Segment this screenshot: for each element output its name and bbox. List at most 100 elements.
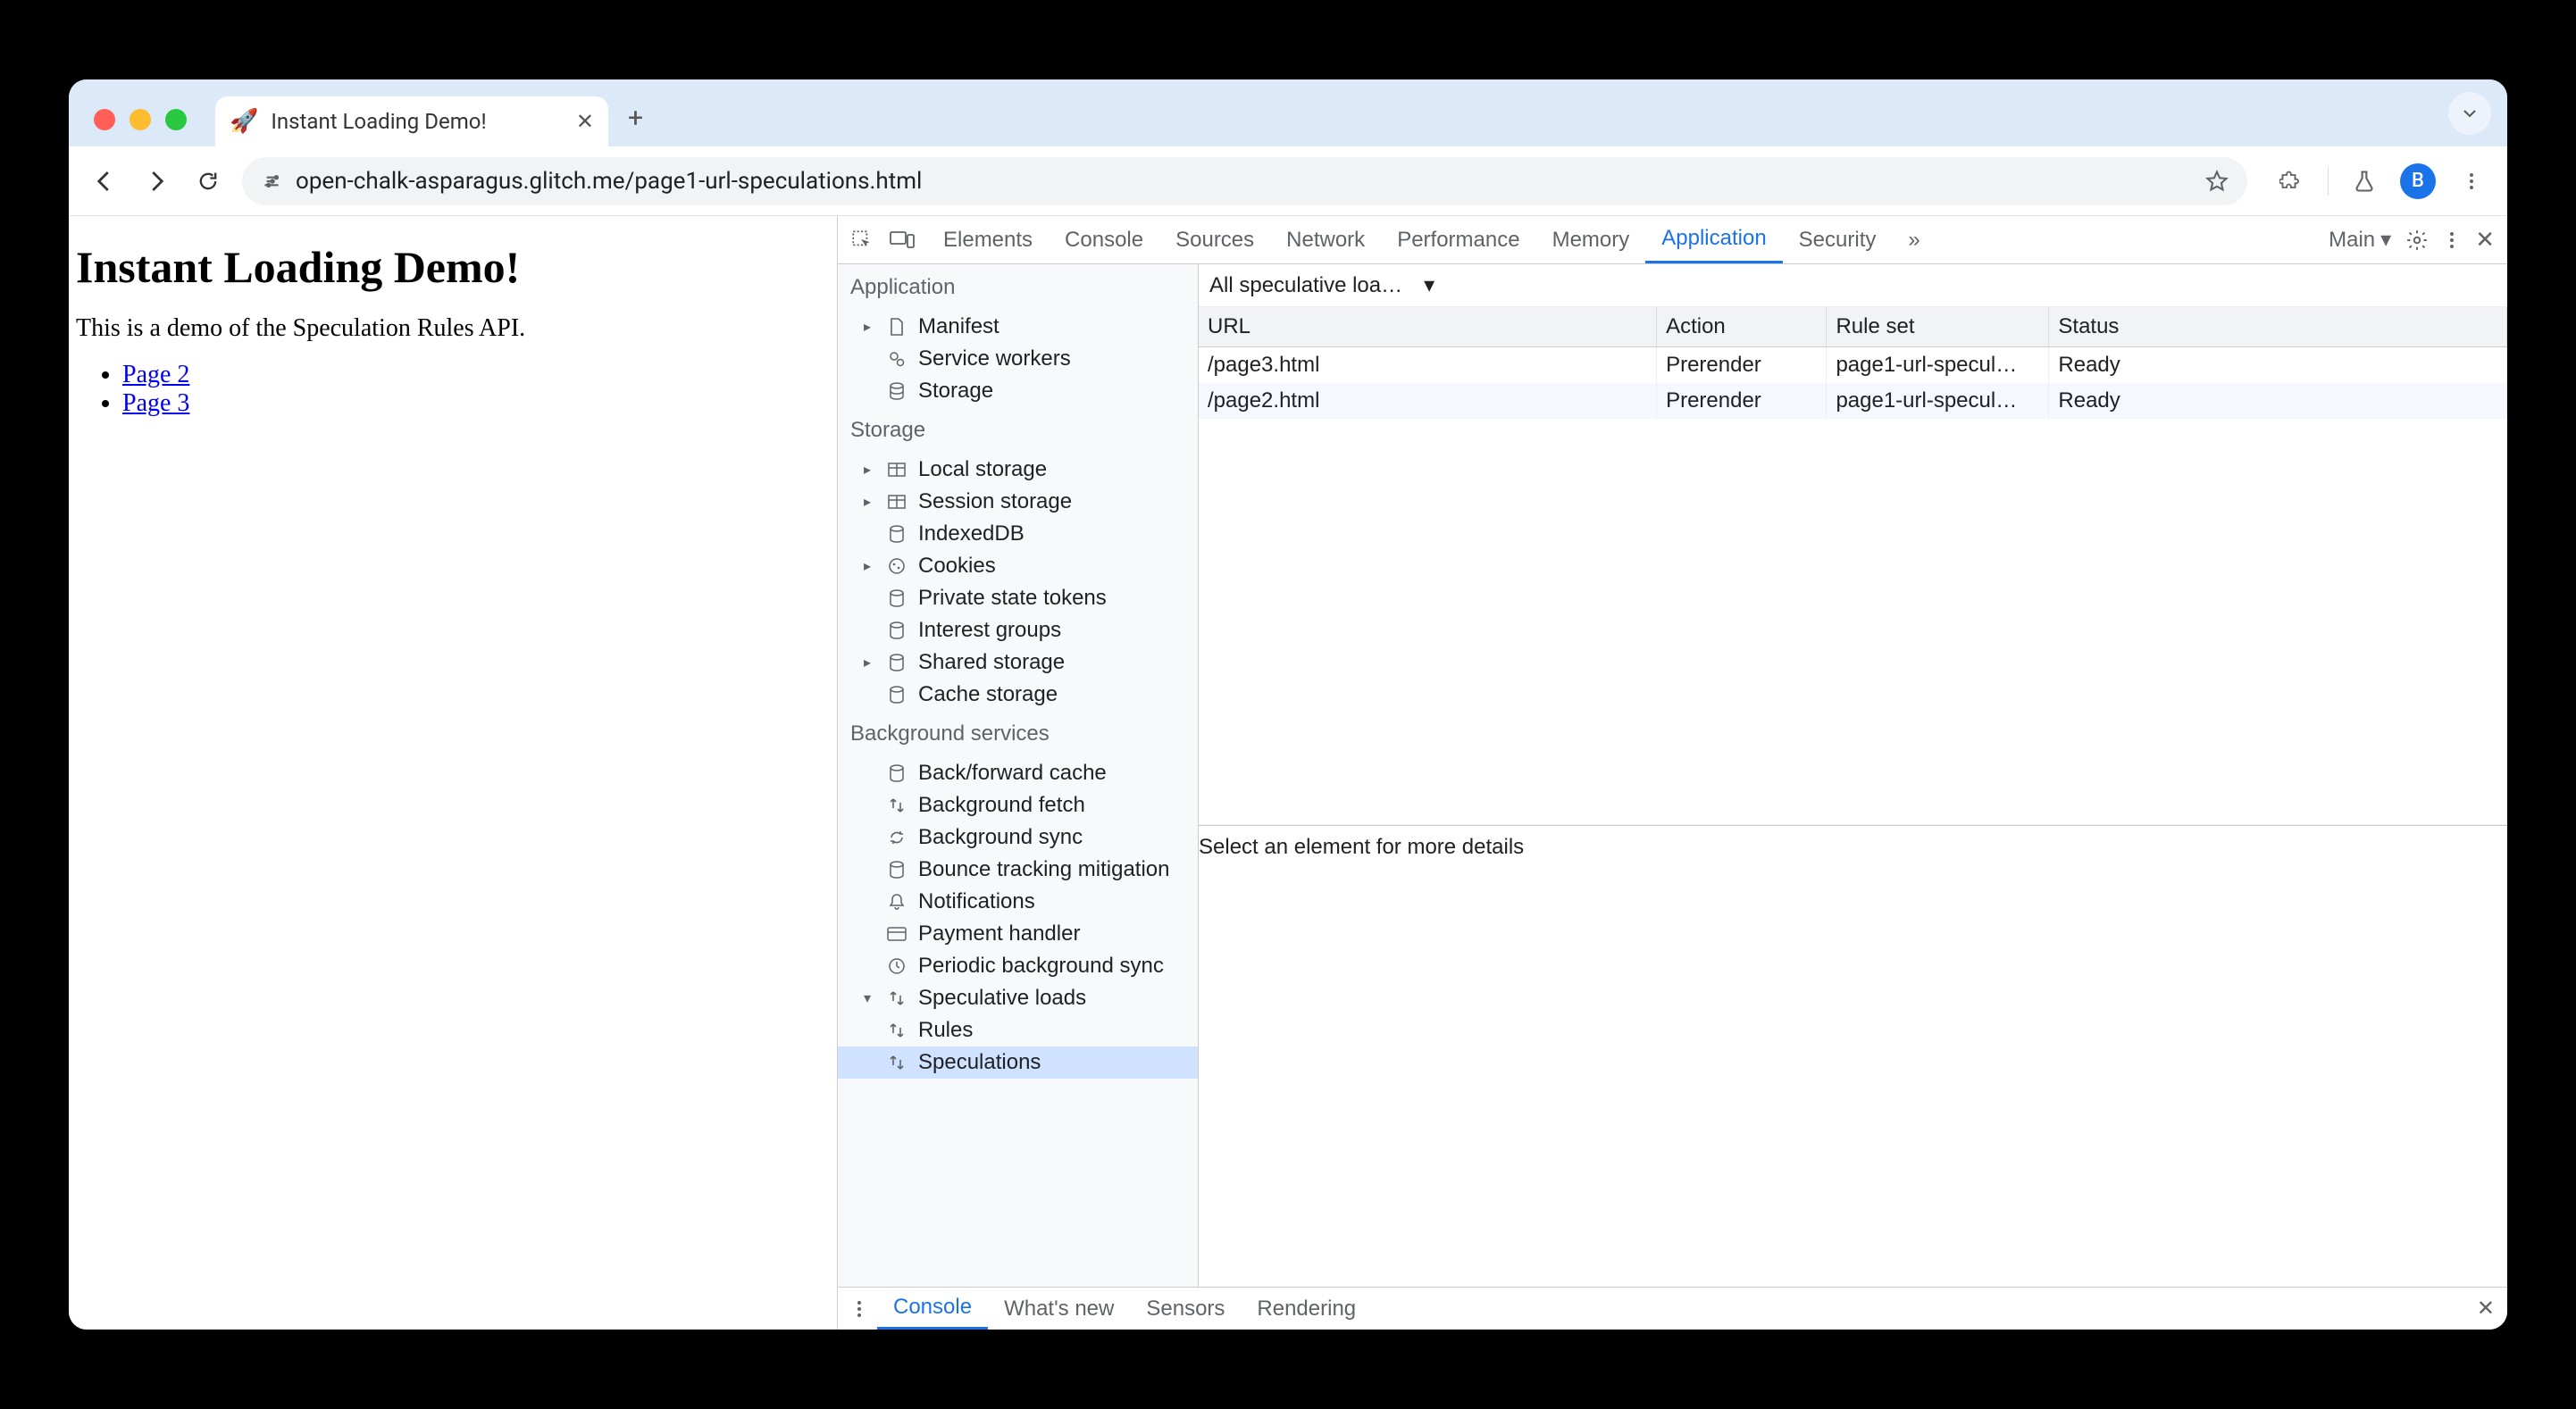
devtools-menu-button[interactable] <box>2443 229 2461 251</box>
sidebar-item-rules[interactable]: Rules <box>838 1014 1198 1046</box>
sidebar-item-notifications[interactable]: Notifications <box>838 886 1198 918</box>
drawer-tab-console[interactable]: Console <box>877 1288 988 1330</box>
cell-url: /page3.html <box>1199 347 1657 384</box>
drawer-tab-whatsnew[interactable]: What's new <box>988 1288 1130 1330</box>
page-heading: Instant Loading Demo! <box>76 241 830 293</box>
tab-console[interactable]: Console <box>1049 216 1159 263</box>
new-tab-button[interactable]: + <box>628 103 643 146</box>
window-controls <box>83 109 197 146</box>
page-link[interactable]: Page 2 <box>122 361 189 388</box>
puzzle-icon <box>2279 169 2304 194</box>
tab-application[interactable]: Application <box>1645 216 1782 263</box>
col-status[interactable]: Status <box>2049 307 2507 347</box>
cookie-icon <box>884 554 909 579</box>
sidebar-item-interest-groups[interactable]: Interest groups <box>838 614 1198 646</box>
close-drawer-button[interactable]: ✕ <box>2477 1296 2495 1321</box>
extensions-button[interactable] <box>2274 163 2310 199</box>
close-devtools-button[interactable]: ✕ <box>2475 226 2495 254</box>
sidebar-item-bounce-tracking[interactable]: Bounce tracking mitigation <box>838 854 1198 886</box>
menu-button[interactable] <box>2454 163 2489 199</box>
sidebar-item-private-state-tokens[interactable]: Private state tokens <box>838 582 1198 614</box>
sidebar-section-storage: Storage <box>838 407 1198 454</box>
kebab-icon <box>2461 171 2482 192</box>
devtools-main: All speculative loa… ▾ URL Action Rule s… <box>1199 264 2507 1287</box>
sidebar-item-payment-handler[interactable]: Payment handler <box>838 918 1198 950</box>
reload-button[interactable] <box>190 163 226 199</box>
address-bar[interactable]: open-chalk-asparagus.glitch.me/page1-url… <box>242 157 2247 205</box>
cell-ruleset: page1-url-specul… <box>1827 383 2049 419</box>
sidebar-item-label: Service workers <box>918 346 1071 371</box>
page-link[interactable]: Page 3 <box>122 389 189 417</box>
sidebar-item-manifest[interactable]: ▸Manifest <box>838 311 1198 343</box>
inspect-element-icon[interactable] <box>850 229 874 252</box>
more-tabs-button[interactable]: » <box>1892 216 1936 263</box>
tab-performance[interactable]: Performance <box>1381 216 1535 263</box>
sidebar-item-label: Notifications <box>918 889 1035 914</box>
drawer-menu-button[interactable] <box>850 1298 877 1320</box>
maximize-window[interactable] <box>165 109 187 130</box>
drawer-tab-sensors[interactable]: Sensors <box>1130 1288 1241 1330</box>
table-row[interactable]: /page3.html Prerender page1-url-specul… … <box>1199 347 2507 384</box>
browser-window: 🚀 Instant Loading Demo! ✕ + open-chalk-a… <box>69 79 2507 1330</box>
sidebar-item-cache-storage[interactable]: Cache storage <box>838 679 1198 711</box>
profile-avatar[interactable]: B <box>2400 163 2436 199</box>
tab-search-button[interactable] <box>2448 92 2491 135</box>
drawer-tab-rendering[interactable]: Rendering <box>1241 1288 1372 1330</box>
sidebar-item-label: Background sync <box>918 825 1083 850</box>
table-icon <box>884 489 909 514</box>
filter-bar[interactable]: All speculative loa… ▾ <box>1199 264 2507 307</box>
sidebar-item-bg-fetch[interactable]: Background fetch <box>838 789 1198 821</box>
sidebar-item-label: Interest groups <box>918 618 1061 643</box>
browser-tab[interactable]: 🚀 Instant Loading Demo! ✕ <box>215 96 608 146</box>
tab-title: Instant Loading Demo! <box>271 109 564 134</box>
site-settings-icon[interactable] <box>260 170 283 193</box>
tab-security[interactable]: Security <box>1783 216 1893 263</box>
sidebar-item-bf-cache[interactable]: Back/forward cache <box>838 757 1198 789</box>
kebab-icon <box>850 1298 868 1320</box>
col-ruleset[interactable]: Rule set <box>1827 307 2049 347</box>
tab-sources[interactable]: Sources <box>1159 216 1270 263</box>
labs-button[interactable] <box>2346 163 2382 199</box>
sidebar-item-indexeddb[interactable]: IndexedDB <box>838 518 1198 550</box>
sidebar-item-service-workers[interactable]: Service workers <box>838 343 1198 375</box>
sidebar-item-session-storage[interactable]: ▸Session storage <box>838 486 1198 518</box>
sidebar-item-bg-sync[interactable]: Background sync <box>838 821 1198 854</box>
sidebar-item-local-storage[interactable]: ▸Local storage <box>838 454 1198 486</box>
tab-memory[interactable]: Memory <box>1536 216 1646 263</box>
sidebar-item-label: Local storage <box>918 457 1047 482</box>
sidebar-item-cookies[interactable]: ▸Cookies <box>838 550 1198 582</box>
gears-icon <box>884 346 909 371</box>
close-window[interactable] <box>94 109 115 130</box>
toolbar: open-chalk-asparagus.glitch.me/page1-url… <box>69 146 2507 216</box>
sidebar-item-label: Bounce tracking mitigation <box>918 857 1169 882</box>
content-area: Instant Loading Demo! This is a demo of … <box>69 216 2507 1330</box>
sidebar-item-speculative-loads[interactable]: ▾Speculative loads <box>838 982 1198 1014</box>
close-tab-icon[interactable]: ✕ <box>576 109 594 134</box>
database-icon <box>884 682 909 707</box>
minimize-window[interactable] <box>130 109 151 130</box>
sidebar-item-label: Payment handler <box>918 921 1080 946</box>
target-selector[interactable]: Main ▾ <box>2329 227 2391 253</box>
table-header-row: URL Action Rule set Status <box>1199 307 2507 347</box>
page-link-list: Page 2 Page 3 <box>122 361 830 418</box>
back-button[interactable] <box>87 163 122 199</box>
tab-elements[interactable]: Elements <box>927 216 1049 263</box>
table-row[interactable]: /page2.html Prerender page1-url-specul… … <box>1199 383 2507 419</box>
sidebar-item-shared-storage[interactable]: ▸Shared storage <box>838 646 1198 679</box>
database-icon <box>884 650 909 675</box>
col-action[interactable]: Action <box>1657 307 1827 347</box>
table-icon <box>884 457 909 482</box>
sidebar-section-background: Background services <box>838 711 1198 757</box>
sidebar-item-storage[interactable]: Storage <box>838 375 1198 407</box>
col-url[interactable]: URL <box>1199 307 1657 347</box>
device-toolbar-icon[interactable] <box>890 229 915 252</box>
forward-button[interactable] <box>138 163 174 199</box>
sidebar-item-speculations[interactable]: Speculations <box>838 1046 1198 1079</box>
sidebar-item-periodic-sync[interactable]: Periodic background sync <box>838 950 1198 982</box>
sidebar-section-application: Application <box>838 264 1198 311</box>
database-icon <box>884 521 909 546</box>
settings-button[interactable] <box>2405 229 2429 252</box>
tab-network[interactable]: Network <box>1270 216 1381 263</box>
bookmark-button[interactable] <box>2204 169 2229 194</box>
arrow-left-icon <box>91 168 118 195</box>
